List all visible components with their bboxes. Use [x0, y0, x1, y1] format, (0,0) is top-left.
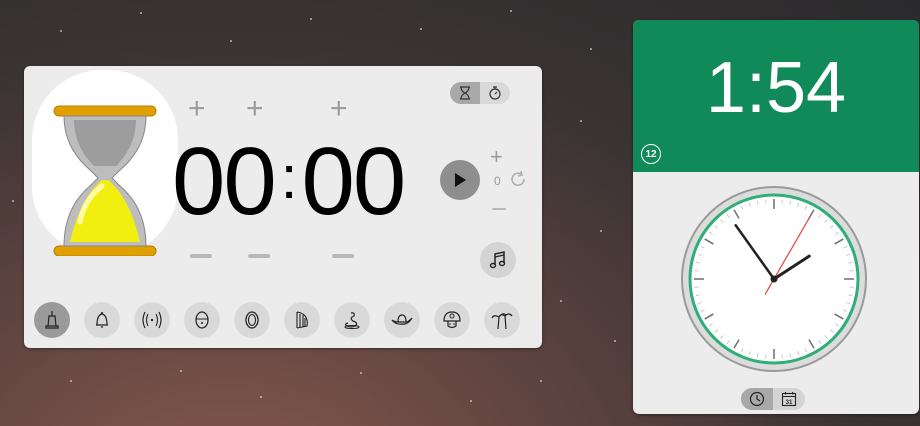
- bell-icon: [96, 312, 108, 328]
- sound-harp-button[interactable]: [284, 302, 320, 338]
- play-icon: [455, 173, 466, 187]
- harp-icon: [296, 311, 308, 329]
- cowboy-hat-icon: [391, 314, 413, 325]
- vibrate-icon: [142, 311, 162, 329]
- clock-view-toggle: 31: [741, 388, 805, 410]
- sound-cowboy-hat-button[interactable]: [384, 302, 420, 338]
- palm-trees-icon: [491, 313, 513, 330]
- hours-increment-button[interactable]: +: [188, 94, 206, 124]
- repeat-increment-button[interactable]: +: [490, 142, 503, 172]
- digital-clock-header: 1:54 12: [633, 20, 919, 172]
- sound-selector: [34, 302, 520, 338]
- minutes-increment-button[interactable]: +: [330, 94, 348, 124]
- sound-palm-trees-button[interactable]: [484, 302, 520, 338]
- sound-picker-button[interactable]: [480, 242, 516, 278]
- gong-icon: [245, 311, 259, 329]
- calendar-view-button[interactable]: 31: [773, 388, 805, 410]
- hour-format-toggle[interactable]: 12: [641, 144, 661, 164]
- music-note-icon: [489, 251, 506, 269]
- sound-vibrate-button[interactable]: [134, 302, 170, 338]
- timer-display: 00 : 00: [172, 132, 430, 232]
- analog-clock: [681, 186, 867, 372]
- clock-center-pin: [770, 275, 778, 283]
- clock-icon: [749, 391, 765, 407]
- hourglass-mode-button[interactable]: [450, 82, 480, 104]
- calendar-icon: 31: [781, 392, 797, 407]
- timer-hours: 00: [172, 128, 277, 235]
- stopwatch-icon: [489, 86, 501, 100]
- kitchen-timer-icon: [195, 311, 209, 329]
- calendar-day-label: 31: [786, 400, 793, 406]
- sound-kitchen-timer-button[interactable]: [184, 302, 220, 338]
- sound-mushroom-button[interactable]: [434, 302, 470, 338]
- sound-snake-button[interactable]: [334, 302, 370, 338]
- hand-bell-icon: [45, 311, 59, 329]
- timer-colon: :: [280, 144, 298, 211]
- hourglass-icon: [53, 105, 157, 256]
- start-button[interactable]: [440, 160, 480, 200]
- hourglass-display: [32, 70, 178, 256]
- repeat-count: 0: [494, 174, 501, 188]
- clock-panel: 1:54 12 31: [633, 20, 919, 414]
- timer-minutes: 00: [301, 128, 406, 235]
- repeat-decrement-button[interactable]: [492, 208, 506, 210]
- stopwatch-mode-button[interactable]: [480, 82, 510, 104]
- minutes-tens-decrement-button[interactable]: [248, 254, 270, 258]
- digital-time: 1:54: [705, 48, 847, 128]
- hourglass-icon: [460, 86, 470, 100]
- sound-bell-button[interactable]: [84, 302, 120, 338]
- repeat-icon[interactable]: [508, 170, 528, 190]
- timer-panel: + + + 00 : 00 + 0: [24, 66, 542, 348]
- sound-hand-bell-button[interactable]: [34, 302, 70, 338]
- mushroom-icon: [443, 311, 461, 329]
- analog-clock-view-button[interactable]: [741, 388, 773, 410]
- sound-gong-button[interactable]: [234, 302, 270, 338]
- minutes-tens-increment-button[interactable]: +: [246, 94, 264, 124]
- snake-icon: [344, 312, 360, 329]
- minutes-decrement-button[interactable]: [332, 254, 354, 258]
- timer-mode-toggle: [450, 82, 510, 104]
- hours-decrement-button[interactable]: [190, 254, 212, 258]
